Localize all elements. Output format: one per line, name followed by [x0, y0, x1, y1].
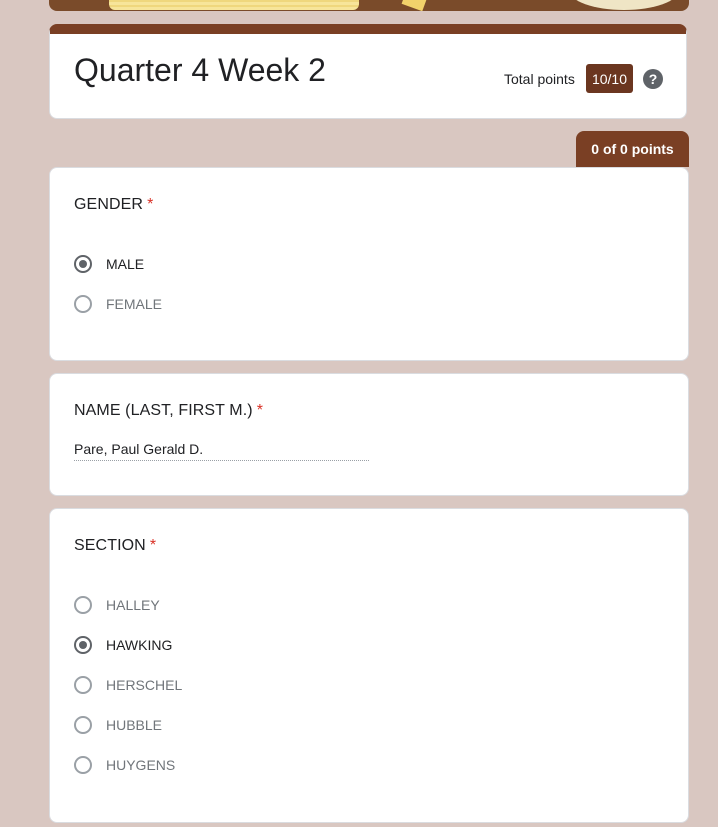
- header-banner-image: [49, 0, 689, 11]
- radio-option-label: MALE: [106, 256, 145, 272]
- form-title: Quarter 4 Week 2: [74, 52, 326, 88]
- question-title-text: SECTION: [74, 537, 146, 554]
- required-asterisk: *: [256, 402, 264, 419]
- radio-option-halley[interactable]: HALLEY: [74, 594, 160, 616]
- question-gender-card: GENDER * MALE FEMALE: [49, 167, 689, 361]
- radio-option-hubble[interactable]: HUBBLE: [74, 714, 162, 736]
- question-title-name: NAME (LAST, FIRST M.) *: [74, 402, 263, 420]
- question-title-text: GENDER: [74, 196, 144, 213]
- required-asterisk: *: [147, 196, 154, 213]
- form-title-card: Quarter 4 Week 2 Total points 10/10 ?: [49, 24, 687, 119]
- radio-option-label: FEMALE: [106, 296, 163, 312]
- question-name-card: NAME (LAST, FIRST M.) * Pare, Paul Gerald…: [49, 373, 689, 496]
- radio-unchecked-icon[interactable]: [74, 295, 92, 313]
- banner-pencil: [401, 0, 429, 11]
- help-icon[interactable]: ?: [643, 69, 663, 89]
- section-score-tab: 0 of 0 points: [576, 131, 689, 167]
- question-title-gender: GENDER *: [74, 196, 153, 214]
- radio-option-herschel[interactable]: HERSCHEL: [74, 674, 182, 696]
- banner-notepad: [109, 0, 359, 10]
- question-title-text: NAME (LAST, FIRST M.): [74, 402, 253, 419]
- radio-unchecked-icon[interactable]: [74, 716, 92, 734]
- radio-option-label: HAWKING: [106, 637, 173, 653]
- total-points-badge: 10/10: [586, 64, 633, 93]
- name-answer-field[interactable]: Pare, Paul Gerald D.: [74, 441, 369, 461]
- question-section-card: SECTION * HALLEY HAWKING HERSCHEL HUBBLE …: [49, 508, 689, 823]
- radio-option-label: HUBBLE: [106, 717, 163, 733]
- radio-option-male[interactable]: MALE: [74, 253, 144, 275]
- banner-plate: [569, 0, 679, 10]
- radio-option-label: HALLEY: [106, 597, 160, 613]
- radio-option-female[interactable]: FEMALE: [74, 293, 162, 315]
- radio-option-hawking[interactable]: HAWKING: [74, 634, 172, 656]
- radio-checked-icon[interactable]: [74, 636, 92, 654]
- radio-option-label: HERSCHEL: [106, 677, 183, 693]
- radio-option-label: HUYGENS: [106, 757, 176, 773]
- question-title-section: SECTION *: [74, 537, 156, 555]
- radio-unchecked-icon[interactable]: [74, 756, 92, 774]
- radio-checked-icon[interactable]: [74, 255, 92, 273]
- radio-unchecked-icon[interactable]: [74, 596, 92, 614]
- required-asterisk: *: [149, 537, 157, 554]
- total-points-label: Total points: [504, 71, 575, 87]
- radio-option-huygens[interactable]: HUYGENS: [74, 754, 175, 776]
- radio-unchecked-icon[interactable]: [74, 676, 92, 694]
